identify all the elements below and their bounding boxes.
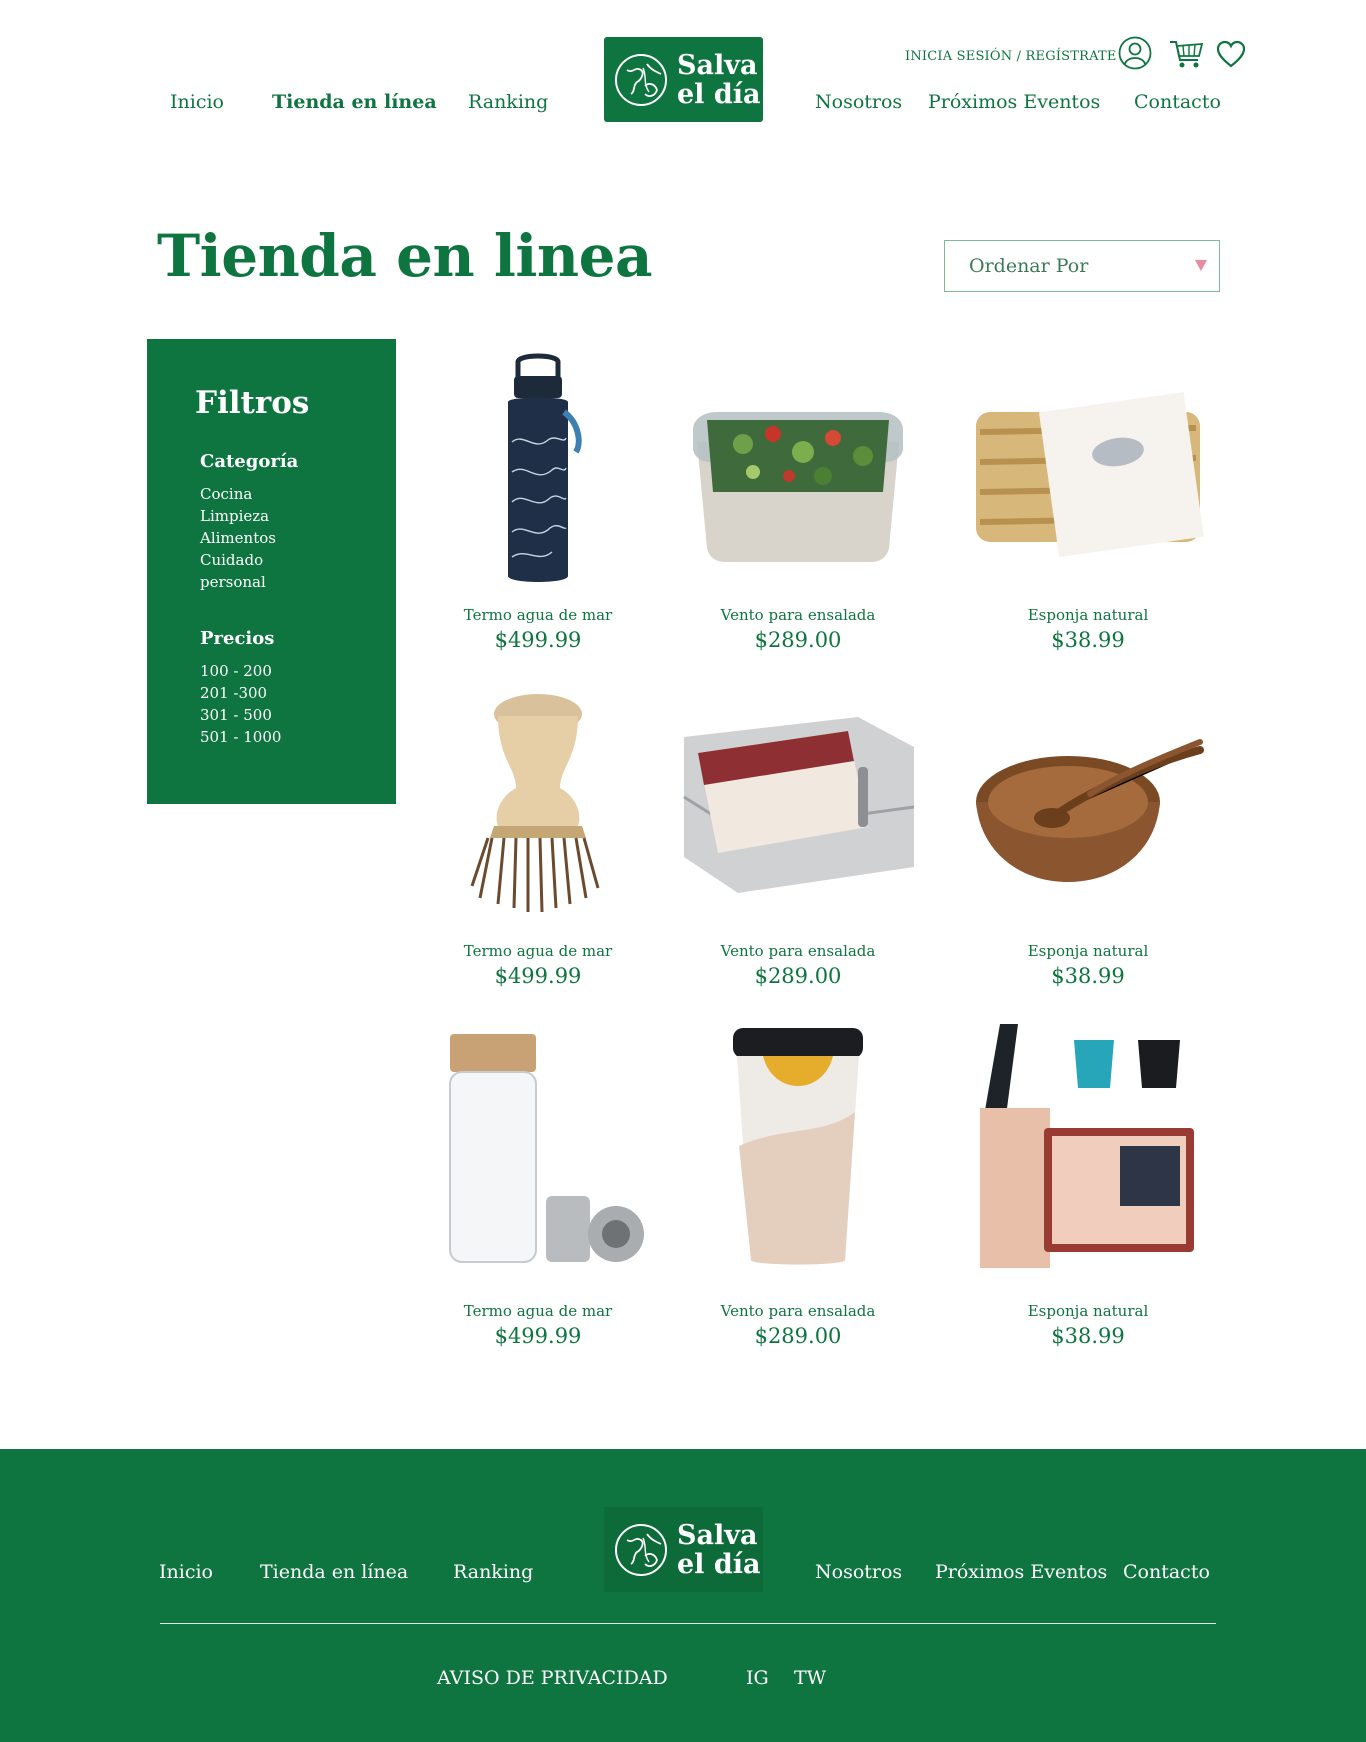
product-name: Vento para ensalada (720, 1302, 876, 1320)
filter-category-alimentos[interactable]: Alimentos (200, 527, 276, 549)
product-name: Vento para ensalada (720, 942, 876, 960)
price-list: 100 - 200 201 -300 301 - 500 501 - 1000 (200, 660, 281, 748)
page-title: Tienda en linea (157, 222, 653, 290)
logo-line-2: el día (677, 78, 761, 110)
category-heading: Categoría (200, 451, 299, 472)
nav-tienda[interactable]: Tienda en línea (272, 91, 437, 113)
logo-text: Salva el día (677, 51, 760, 109)
site-header: Inicio Tienda en línea Ranking Salva el … (0, 0, 1366, 140)
globe-leaf-icon (615, 53, 667, 106)
footer-logo-line-2: el día (677, 1548, 761, 1580)
footer-nav-contacto[interactable]: Contacto (1123, 1561, 1210, 1583)
product-image-steel-lunchbox (678, 688, 918, 916)
product-price: $38.99 (1051, 1324, 1125, 1348)
footer-divider (160, 1623, 1216, 1624)
nav-ranking[interactable]: Ranking (468, 91, 548, 113)
filters-title: Filtros (195, 385, 310, 421)
product-name: Termo agua de mar (463, 606, 613, 624)
product-image-travel-kit (968, 1016, 1208, 1272)
product-image-glass-infuser-bottle (418, 1016, 658, 1272)
product-price: $289.00 (754, 964, 842, 988)
product-price: $499.99 (494, 1324, 582, 1348)
filter-category-cuidado[interactable]: Cuidado (200, 549, 276, 571)
cart-icon[interactable] (1168, 36, 1204, 70)
nav-inicio[interactable]: Inicio (170, 91, 224, 113)
footer-nav-eventos[interactable]: Próximos Eventos (935, 1561, 1107, 1583)
privacy-link[interactable]: AVISO DE PRIVACIDAD (437, 1667, 668, 1689)
product-price: $499.99 (494, 628, 582, 652)
filter-price-201-300[interactable]: 201 -300 (200, 682, 281, 704)
footer-logo-line-1: Salva (677, 1519, 758, 1551)
footer-nav-nosotros[interactable]: Nosotros (815, 1561, 902, 1583)
site-logo[interactable]: Salva el día (604, 37, 763, 122)
product-price: $38.99 (1051, 964, 1125, 988)
user-icon[interactable] (1118, 36, 1152, 70)
price-heading: Precios (200, 628, 275, 649)
footer-nav-tienda[interactable]: Tienda en línea (260, 1561, 408, 1583)
product-name: Termo agua de mar (463, 942, 613, 960)
product-name: Termo agua de mar (463, 1302, 613, 1320)
globe-leaf-icon (615, 1523, 667, 1576)
footer-nav-ranking[interactable]: Ranking (453, 1561, 533, 1583)
product-name: Vento para ensalada (720, 606, 876, 624)
filter-price-301-500[interactable]: 301 - 500 (200, 704, 281, 726)
nav-nosotros[interactable]: Nosotros (815, 91, 902, 113)
product-image-loofah-sponge (968, 352, 1208, 592)
site-footer: Inicio Tienda en línea Ranking Salva el … (0, 1449, 1366, 1742)
filter-category-personal[interactable]: personal (200, 571, 276, 593)
twitter-link[interactable]: TW (794, 1667, 826, 1689)
nav-contacto[interactable]: Contacto (1134, 91, 1221, 113)
filter-category-cocina[interactable]: Cocina (200, 483, 276, 505)
instagram-link[interactable]: IG (746, 1667, 769, 1689)
sort-dropdown-label: Ordenar Por (969, 255, 1089, 277)
product-image-water-bottle (418, 352, 658, 592)
filters-sidebar: Filtros Categoría Cocina Limpieza Alimen… (147, 339, 396, 804)
product-price: $289.00 (754, 1324, 842, 1348)
product-image-salad-container (678, 352, 918, 592)
logo-line-1: Salva (677, 49, 758, 81)
sort-dropdown[interactable]: Ordenar Por (944, 240, 1220, 292)
product-name: Esponja natural (1027, 606, 1149, 624)
heart-icon[interactable] (1216, 40, 1246, 68)
product-name: Esponja natural (1027, 942, 1149, 960)
product-name: Esponja natural (1027, 1302, 1149, 1320)
filter-price-100-200[interactable]: 100 - 200 (200, 660, 281, 682)
footer-nav-inicio[interactable]: Inicio (159, 1561, 213, 1583)
category-list: Cocina Limpieza Alimentos Cuidado person… (200, 483, 276, 593)
chevron-down-icon (1195, 260, 1207, 271)
footer-logo-text: Salva el día (677, 1521, 760, 1579)
footer-logo[interactable]: Salva el día (604, 1507, 763, 1592)
nav-eventos[interactable]: Próximos Eventos (928, 91, 1100, 113)
product-image-ceramic-travel-cup (678, 1016, 918, 1272)
product-image-wooden-bowl (968, 688, 1208, 916)
product-image-wooden-brush (418, 688, 658, 916)
filter-price-501-1000[interactable]: 501 - 1000 (200, 726, 281, 748)
product-price: $289.00 (754, 628, 842, 652)
login-register-link[interactable]: INICIA SESIÓN / REGÍSTRATE (905, 49, 1117, 64)
product-price: $499.99 (494, 964, 582, 988)
filter-category-limpieza[interactable]: Limpieza (200, 505, 276, 527)
product-price: $38.99 (1051, 628, 1125, 652)
